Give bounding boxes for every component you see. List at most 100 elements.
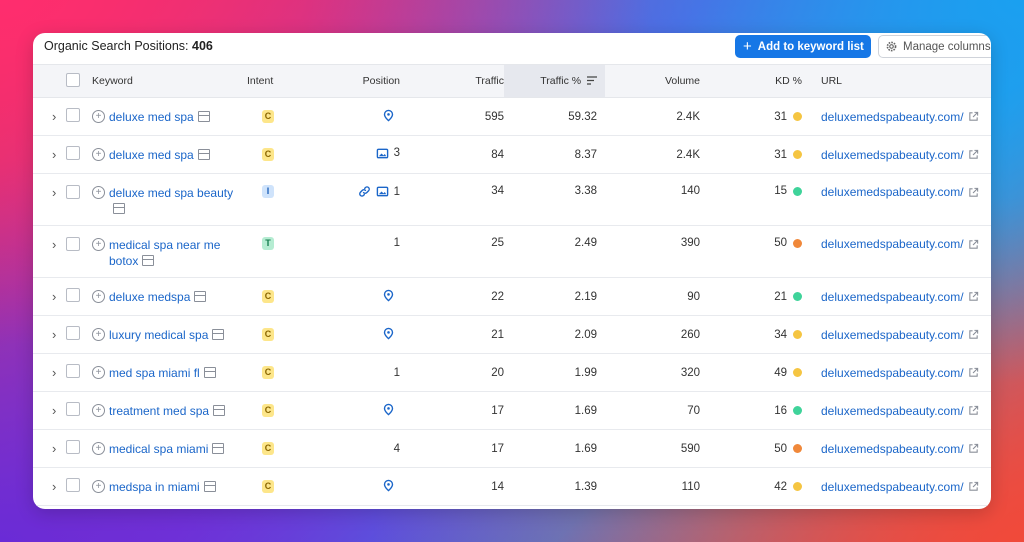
serp-snapshot-icon[interactable] — [142, 255, 155, 266]
keyword-link[interactable]: deluxe med spa beauty — [109, 185, 247, 217]
header-url[interactable]: URL — [821, 65, 991, 98]
expand-chevron-icon[interactable]: › — [33, 237, 56, 252]
url-link[interactable]: deluxemedspabeauty.com/ — [821, 404, 979, 418]
serp-snapshot-icon[interactable] — [213, 404, 226, 416]
url-cell: deluxemedspabeauty.com/ — [821, 174, 991, 226]
add-keyword-icon[interactable]: + — [92, 365, 105, 379]
header-position[interactable]: Position — [307, 65, 400, 98]
external-link-icon[interactable] — [968, 443, 979, 454]
url-cell: deluxemedspabeauty.com/ — [821, 468, 991, 506]
row-checkbox[interactable] — [66, 364, 80, 378]
table-toolbar: Organic Search Positions: 406 + Add to k… — [33, 33, 991, 63]
url-link[interactable]: deluxemedspabeauty.com/ — [821, 328, 979, 342]
add-keyword-icon[interactable]: + — [92, 479, 105, 493]
keyword-link[interactable]: med spa miami fl — [109, 365, 216, 381]
expand-chevron-icon[interactable]: › — [33, 479, 56, 494]
row-checkbox[interactable] — [66, 108, 80, 122]
expand-cell: › — [33, 226, 64, 278]
external-link-icon[interactable] — [968, 111, 979, 122]
external-link-icon[interactable] — [968, 405, 979, 416]
expand-chevron-icon[interactable]: › — [33, 147, 56, 162]
url-link[interactable]: deluxemedspabeauty.com/ — [821, 366, 979, 380]
keyword-link[interactable]: treatment med spa — [109, 403, 226, 419]
table-row: › + medspa in miami C 14 1.39 110 42 del… — [33, 468, 991, 506]
keyword-link[interactable]: medical spa miami — [109, 441, 225, 457]
serp-snapshot-icon[interactable] — [203, 480, 216, 492]
row-checkbox[interactable] — [66, 185, 80, 199]
row-checkbox[interactable] — [66, 146, 80, 160]
row-checkbox[interactable] — [66, 402, 80, 416]
row-checkbox[interactable] — [66, 237, 80, 251]
url-link[interactable]: deluxemedspabeauty.com/ — [821, 185, 979, 199]
add-keyword-icon[interactable]: + — [92, 147, 105, 161]
add-keyword-icon[interactable]: + — [92, 186, 105, 199]
row-checkbox[interactable] — [66, 440, 80, 454]
row-checkbox[interactable] — [66, 478, 80, 492]
volume-cell: 390 — [680, 237, 700, 249]
serp-snapshot-icon[interactable] — [197, 148, 210, 160]
header-volume[interactable]: Volume — [605, 65, 706, 98]
header-select-all[interactable] — [64, 65, 92, 98]
serp-snapshot-icon[interactable] — [212, 442, 225, 454]
expand-chevron-icon[interactable]: › — [33, 289, 56, 304]
keyword-cell: + medical spa miami — [92, 430, 247, 468]
url-text: deluxemedspabeauty.com/ — [821, 185, 964, 199]
serp-snapshot-icon[interactable] — [113, 203, 125, 214]
external-link-icon[interactable] — [968, 481, 979, 492]
header-keyword[interactable]: Keyword — [92, 65, 247, 98]
select-all-checkbox[interactable] — [66, 72, 80, 87]
external-link-icon[interactable] — [968, 291, 979, 302]
keyword-link[interactable]: luxury medical spa — [109, 327, 225, 343]
expand-chevron-icon[interactable]: › — [33, 185, 56, 200]
expand-chevron-icon[interactable]: › — [33, 327, 56, 342]
url-link[interactable]: deluxemedspabeauty.com/ — [821, 148, 979, 162]
url-link[interactable]: deluxemedspabeauty.com/ — [821, 237, 979, 251]
keyword-cell: + treatment med spa — [92, 392, 247, 430]
add-to-keyword-list-button[interactable]: + Add to keyword list — [735, 35, 871, 58]
add-keyword-icon[interactable]: + — [92, 289, 105, 303]
external-link-icon[interactable] — [968, 239, 979, 250]
expand-chevron-icon[interactable]: › — [33, 365, 56, 380]
external-link-icon[interactable] — [968, 149, 979, 160]
add-keyword-icon[interactable]: + — [92, 441, 105, 455]
serp-snapshot-icon[interactable] — [203, 366, 216, 378]
keyword-link[interactable]: deluxe med spa — [109, 109, 210, 125]
intent-badge: T — [262, 237, 274, 250]
manage-columns-button[interactable]: Manage columns — [878, 35, 991, 58]
expand-chevron-icon[interactable]: › — [33, 109, 56, 124]
serp-snapshot-icon[interactable] — [197, 110, 210, 122]
add-keyword-icon[interactable]: + — [92, 109, 105, 123]
url-text: deluxemedspabeauty.com/ — [821, 365, 964, 380]
url-cell: deluxemedspabeauty.com/ — [821, 136, 991, 174]
keyword-link[interactable]: medical spa near me botox — [109, 237, 247, 269]
expand-chevron-icon[interactable]: › — [33, 403, 56, 418]
external-link-icon[interactable] — [968, 367, 979, 378]
url-text: deluxemedspabeauty.com/ — [821, 109, 964, 124]
header-traffic[interactable]: Traffic — [400, 65, 504, 98]
add-keyword-icon[interactable]: + — [92, 238, 105, 251]
header-kd[interactable]: KD % — [706, 65, 806, 98]
row-checkbox[interactable] — [66, 288, 80, 302]
serp-snapshot-icon[interactable] — [194, 290, 207, 302]
add-keyword-icon[interactable]: + — [92, 403, 105, 417]
external-link-icon[interactable] — [968, 329, 979, 340]
table-row: › + medical spa near me botox T 1 25 2.4… — [33, 226, 991, 278]
url-link[interactable]: deluxemedspabeauty.com/ — [821, 290, 979, 304]
expand-chevron-icon[interactable]: › — [33, 441, 56, 456]
position-cell: 1 — [307, 226, 400, 278]
row-checkbox[interactable] — [66, 326, 80, 340]
add-keyword-icon[interactable]: + — [92, 327, 105, 341]
header-traffic-pct[interactable]: Traffic % — [504, 64, 605, 98]
url-link[interactable]: deluxemedspabeauty.com/ — [821, 442, 979, 456]
url-link[interactable]: deluxemedspabeauty.com/ — [821, 110, 979, 124]
keyword-link[interactable]: medspa in miami — [109, 479, 216, 495]
url-link[interactable]: deluxemedspabeauty.com/ — [821, 480, 979, 494]
header-intent[interactable]: Intent — [247, 65, 307, 98]
external-link-icon[interactable] — [968, 187, 979, 198]
keyword-link[interactable]: deluxe medspa — [109, 289, 207, 305]
select-cell — [64, 174, 92, 226]
url-text: deluxemedspabeauty.com/ — [821, 327, 964, 342]
traffic-pct-cell: 3.38 — [574, 185, 597, 197]
keyword-link[interactable]: deluxe med spa — [109, 147, 210, 163]
serp-snapshot-icon[interactable] — [212, 328, 225, 340]
